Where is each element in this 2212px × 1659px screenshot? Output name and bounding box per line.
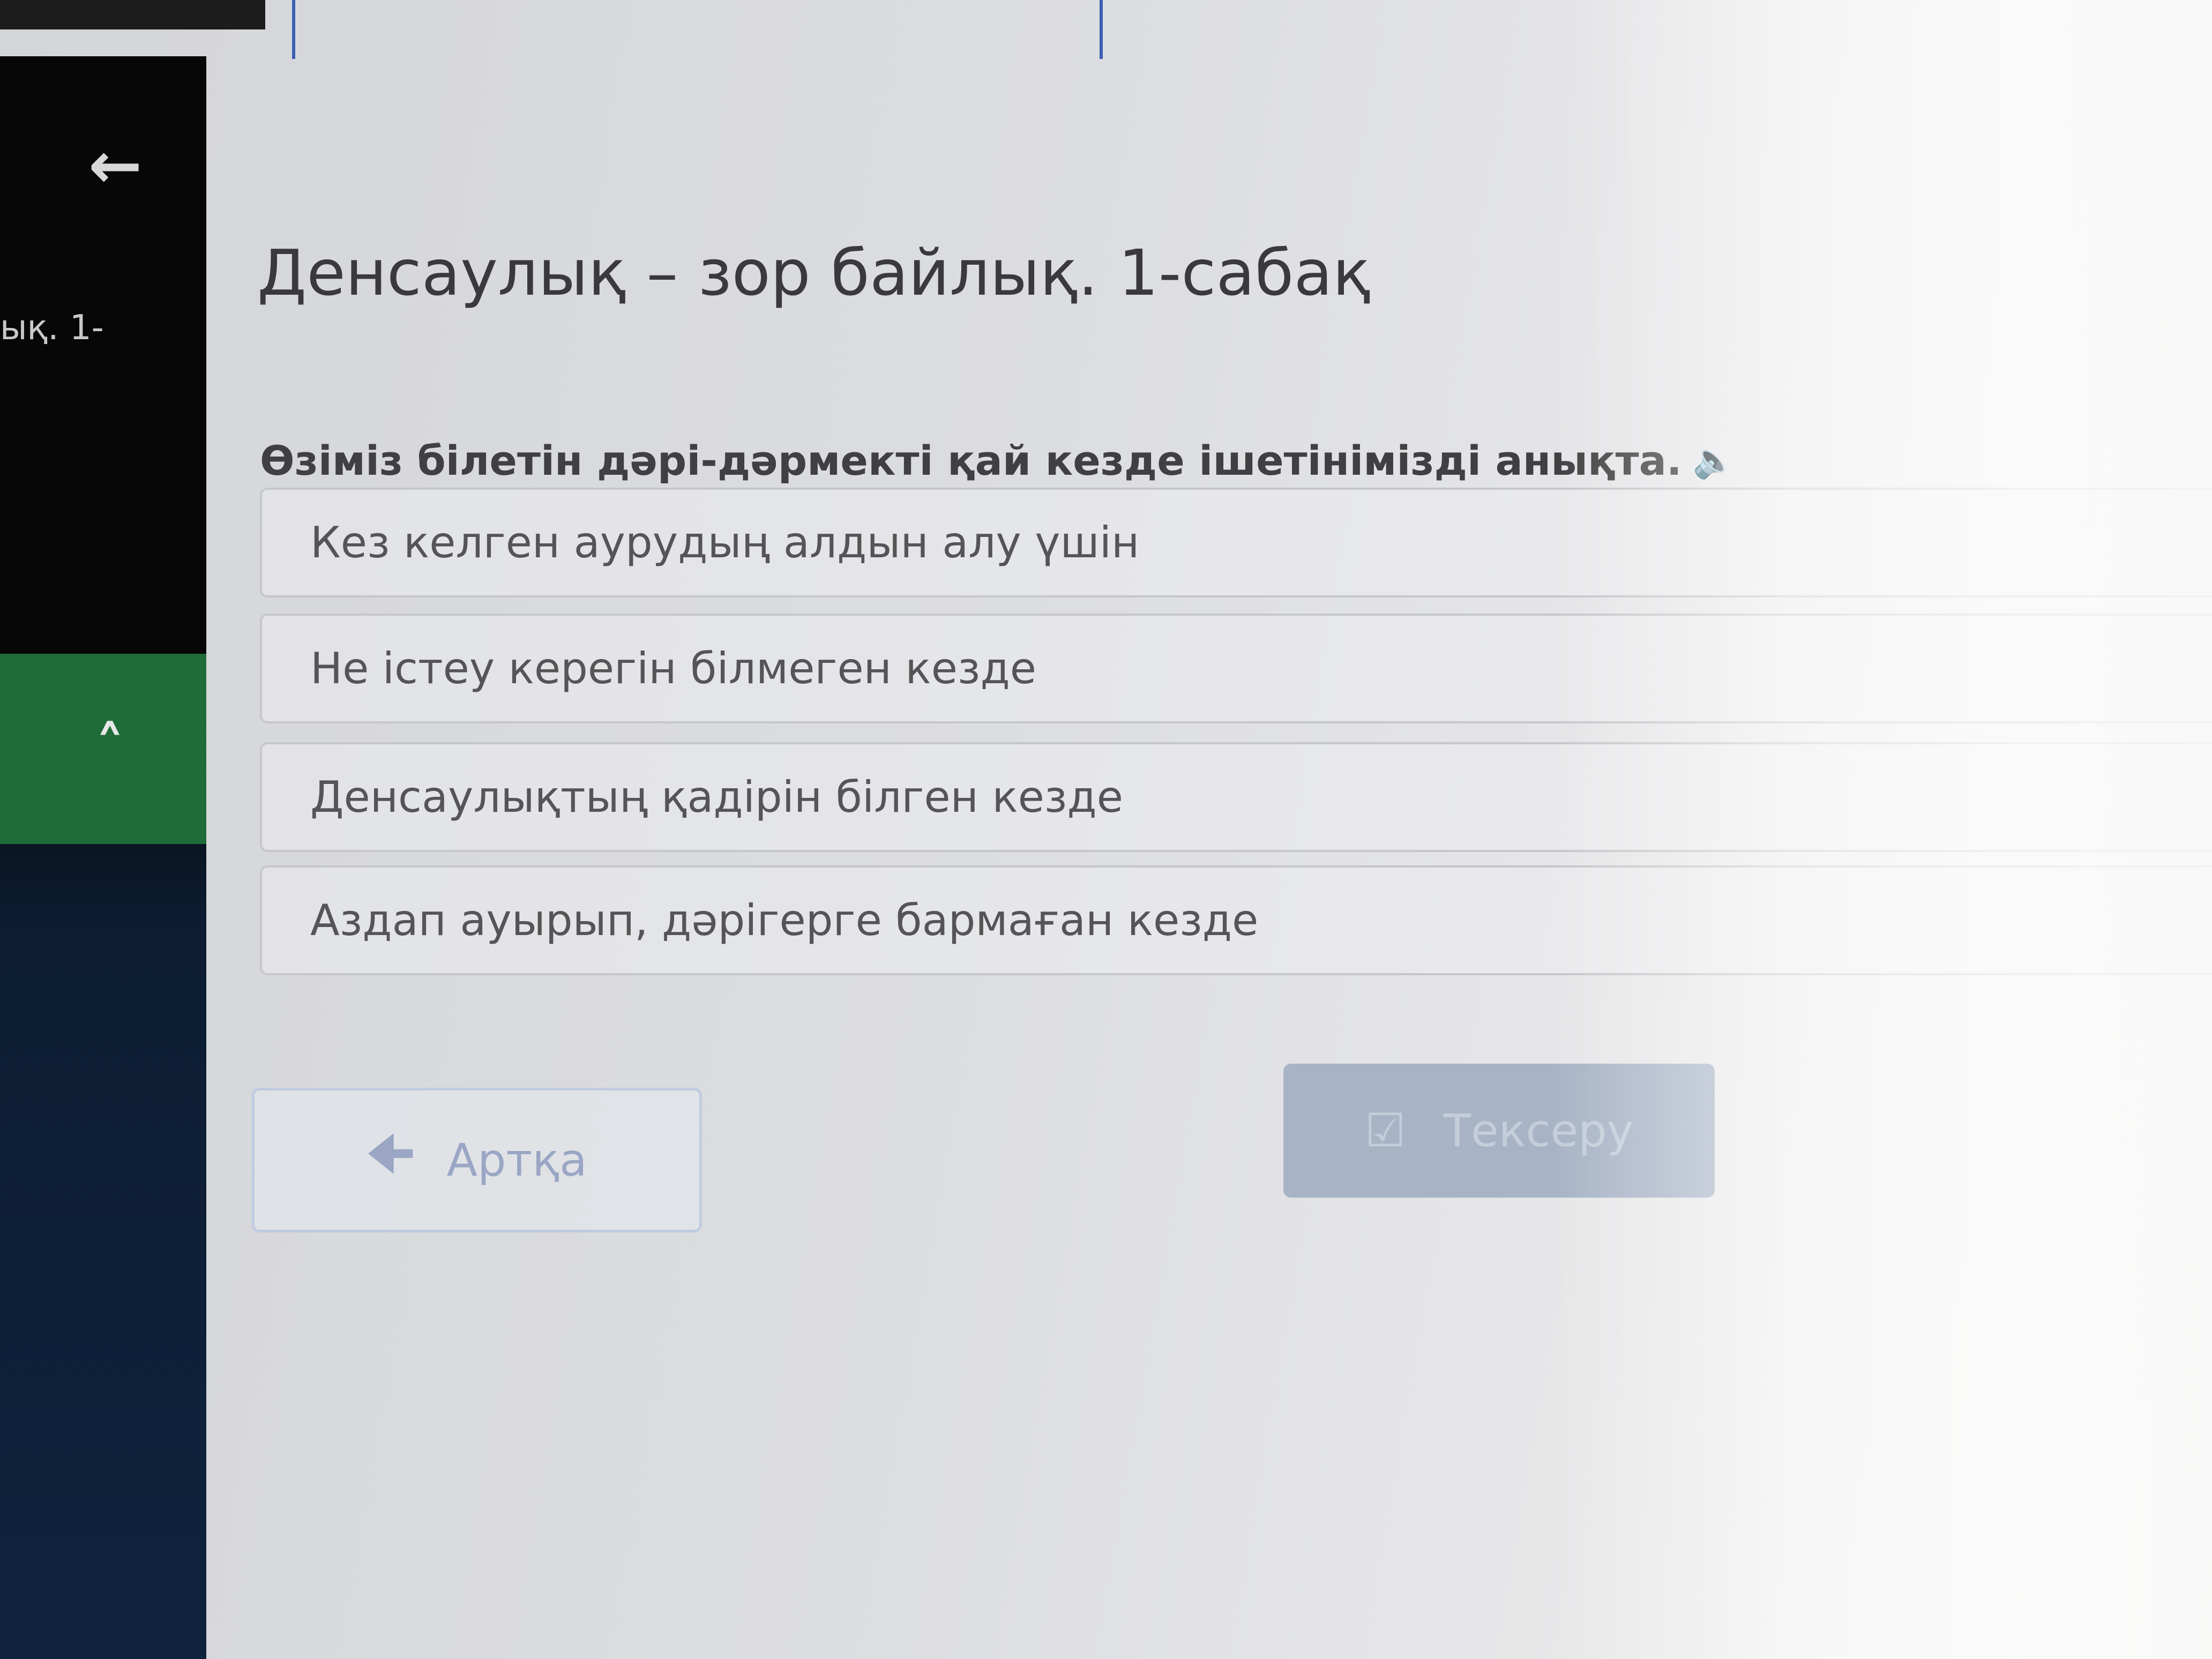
top-bar [0, 0, 265, 29]
answer-option-label: Денсаулықтың қадірін білген кезде [310, 772, 1123, 822]
top-divider-left [292, 0, 295, 59]
back-button-label: Артқа [446, 1134, 587, 1186]
top-divider-right [1100, 0, 1103, 59]
answer-option-3[interactable]: Денсаулықтың қадірін білген кезде [260, 742, 2212, 852]
check-button[interactable]: ☑ Тексеру [1283, 1064, 1715, 1198]
answer-option-label: Аздап ауырып, дәрігерге бармаған кезде [310, 895, 1259, 945]
answer-option-4[interactable]: Аздап ауырып, дәрігерге бармаған кезде [260, 865, 2212, 975]
page: ← ық. 1- ˄ Денсаулық – зор байлық. 1-саб… [0, 0, 2212, 1659]
back-button[interactable]: 🠈 Артқа [252, 1088, 702, 1232]
answer-option-2[interactable]: Не істеу керегін білмеген кезде [260, 614, 2212, 723]
check-button-label: Тексеру [1443, 1104, 1634, 1157]
answer-option-label: Не істеу керегін білмеген кезде [310, 644, 1036, 693]
question: Өзіміз білетін дәрі-дәрмекті қай кезде і… [260, 437, 1736, 484]
chevron-up-icon[interactable]: ˄ [75, 715, 145, 780]
sidebar [0, 56, 206, 1659]
checkbox-icon: ☑ [1364, 1104, 1406, 1157]
arrow-left-icon[interactable]: ← [80, 131, 150, 201]
page-title: Денсаулық – зор байлық. 1-сабақ [257, 236, 1371, 310]
speaker-icon[interactable]: 🔈 [1693, 440, 1736, 481]
answer-option-label: Кез келген аурудың алдын алу үшін [310, 518, 1140, 567]
answer-option-1[interactable]: Кез келген аурудың алдын алу үшін [260, 488, 2212, 597]
arrow-left-icon: 🠈 [367, 1123, 415, 1184]
sidebar-course-label[interactable]: ық. 1- [0, 308, 104, 348]
question-text: Өзіміз білетін дәрі-дәрмекті қай кезде і… [260, 437, 1682, 484]
